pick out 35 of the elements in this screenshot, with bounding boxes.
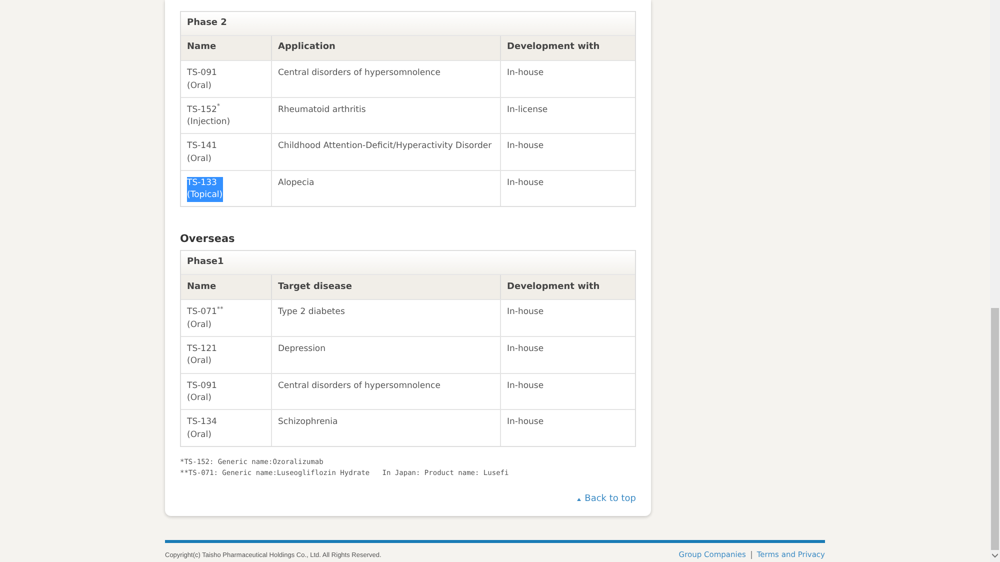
- table-cell: Central disorders of hypersomnolence: [271, 61, 500, 97]
- column-header: Application: [271, 36, 500, 60]
- back-to-top-link[interactable]: Back to top: [576, 492, 636, 506]
- column-header: Target disease: [271, 275, 500, 300]
- table-cell: Alopecia: [271, 170, 500, 206]
- table-cell: Central disorders of hypersomnolence: [271, 374, 500, 410]
- column-header: Development with: [500, 36, 635, 60]
- table-cell: In-house: [500, 300, 635, 336]
- table-cell: In-house: [500, 61, 635, 97]
- table-cell: In-house: [500, 170, 635, 206]
- drug-name: TS-071$^{**}$ (Oral): [187, 306, 224, 332]
- table-cell: Childhood Attention-Deficit/Hyperactivity Disorder: [271, 134, 500, 170]
- drug-name: TS-091 (Oral): [187, 380, 217, 405]
- column-header: Name: [181, 275, 271, 300]
- table-cell: In-license: [500, 98, 635, 134]
- table-cell: In-house: [500, 410, 635, 446]
- drug-name: TS-141 (Oral): [187, 140, 217, 166]
- table-cell: Rheumatoid arthritis: [271, 98, 500, 134]
- table-cell: In-house: [500, 336, 635, 373]
- drug-name: TS-152$^{*}$ (Injection): [187, 104, 230, 129]
- up-arrow-icon: [576, 498, 581, 501]
- scrollbar-thumb[interactable]: [991, 308, 999, 550]
- table-cell: In-house: [500, 374, 635, 410]
- column-header: Name: [181, 36, 271, 60]
- drug-name: TS-121 (Oral): [187, 342, 217, 368]
- column-header: Development with: [500, 275, 635, 300]
- drug-name: TS-091 (Oral): [187, 67, 217, 92]
- table-cell: In-house: [500, 134, 635, 170]
- table-cell: Schizophrenia: [271, 410, 500, 446]
- table-cell: Type 2 diabetes: [271, 300, 500, 336]
- drug-name: TS-134 (Oral): [187, 416, 217, 442]
- section-heading: Overseas: [180, 233, 236, 246]
- scroll-down-icon[interactable]: [992, 553, 998, 558]
- drug-name: TS-133 (Topical): [187, 176, 223, 202]
- table-cell: Depression: [271, 336, 500, 373]
